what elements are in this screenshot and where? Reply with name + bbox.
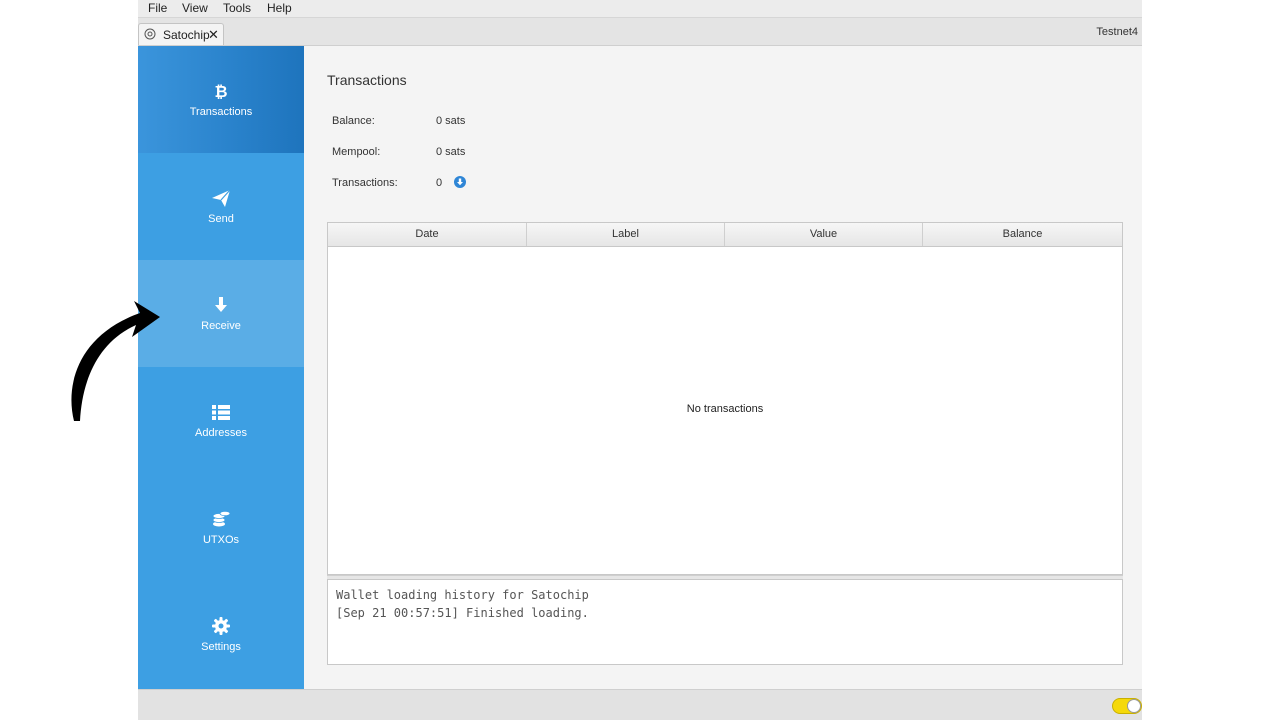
wallet-icon: [144, 28, 156, 40]
tab-bar: Satochip ✕ Testnet4: [138, 18, 1142, 46]
transactions-count-label: Transactions:: [332, 177, 398, 189]
status-bar: [138, 689, 1142, 720]
menu-file[interactable]: File: [148, 1, 167, 15]
log-line: Wallet loading history for Satochip: [336, 588, 589, 602]
sidebar-item-transactions[interactable]: ₿ Transactions: [138, 46, 304, 153]
app-window: File View Tools Help Satochip ✕ Testnet4…: [138, 0, 1142, 720]
connection-toggle[interactable]: [1112, 698, 1142, 714]
sidebar-item-utxos[interactable]: UTXOs: [138, 474, 304, 581]
bitcoin-icon: ₿: [214, 82, 227, 101]
svg-text:₿: ₿: [214, 82, 227, 101]
sidebar-item-label: Send: [208, 213, 234, 225]
list-icon: [212, 405, 230, 420]
log-output: Wallet loading history for Satochip [Sep…: [327, 579, 1123, 665]
menu-view[interactable]: View: [182, 1, 208, 15]
sidebar-item-settings[interactable]: Settings: [138, 581, 304, 688]
sidebar-item-send[interactable]: Send: [138, 153, 304, 260]
menu-tools[interactable]: Tools: [223, 1, 251, 15]
coins-icon: [212, 510, 231, 527]
table-header: Date Label Value Balance: [328, 223, 1122, 247]
gear-icon: [212, 617, 230, 635]
paper-plane-icon: [212, 189, 231, 207]
balance-label: Balance:: [332, 115, 375, 127]
column-header-balance[interactable]: Balance: [923, 223, 1122, 246]
column-header-label[interactable]: Label: [527, 223, 725, 246]
column-header-value[interactable]: Value: [725, 223, 923, 246]
menu-help[interactable]: Help: [267, 1, 292, 15]
empty-state-text: No transactions: [686, 403, 764, 415]
page-title: Transactions: [327, 72, 407, 88]
mempool-label: Mempool:: [332, 146, 381, 158]
transactions-table: Date Label Value Balance No transactions: [327, 222, 1123, 575]
sidebar-item-label: UTXOs: [202, 534, 240, 546]
mempool-value: 0 sats: [436, 146, 466, 158]
close-icon[interactable]: ✕: [208, 27, 219, 43]
balance-value: 0 sats: [436, 115, 466, 127]
log-line: [Sep 21 00:57:51] Finished loading.: [336, 606, 589, 620]
menu-bar: File View Tools Help: [138, 0, 1142, 18]
download-icon[interactable]: [454, 176, 466, 188]
curved-arrow-annotation: [71, 301, 160, 421]
arrow-down-icon: [215, 297, 227, 312]
tab-satochip[interactable]: Satochip ✕: [138, 23, 224, 45]
sidebar-item-label: Settings: [201, 641, 241, 653]
main-panel: Transactions Balance: 0 sats Mempool: 0 …: [304, 46, 1142, 689]
toggle-knob: [1127, 699, 1141, 713]
network-label: Testnet4: [1096, 26, 1138, 38]
transactions-count-value: 0: [436, 177, 443, 189]
sidebar-item-label: Transactions: [189, 106, 253, 118]
tab-label: Satochip: [163, 28, 210, 42]
column-header-date[interactable]: Date: [328, 223, 527, 246]
